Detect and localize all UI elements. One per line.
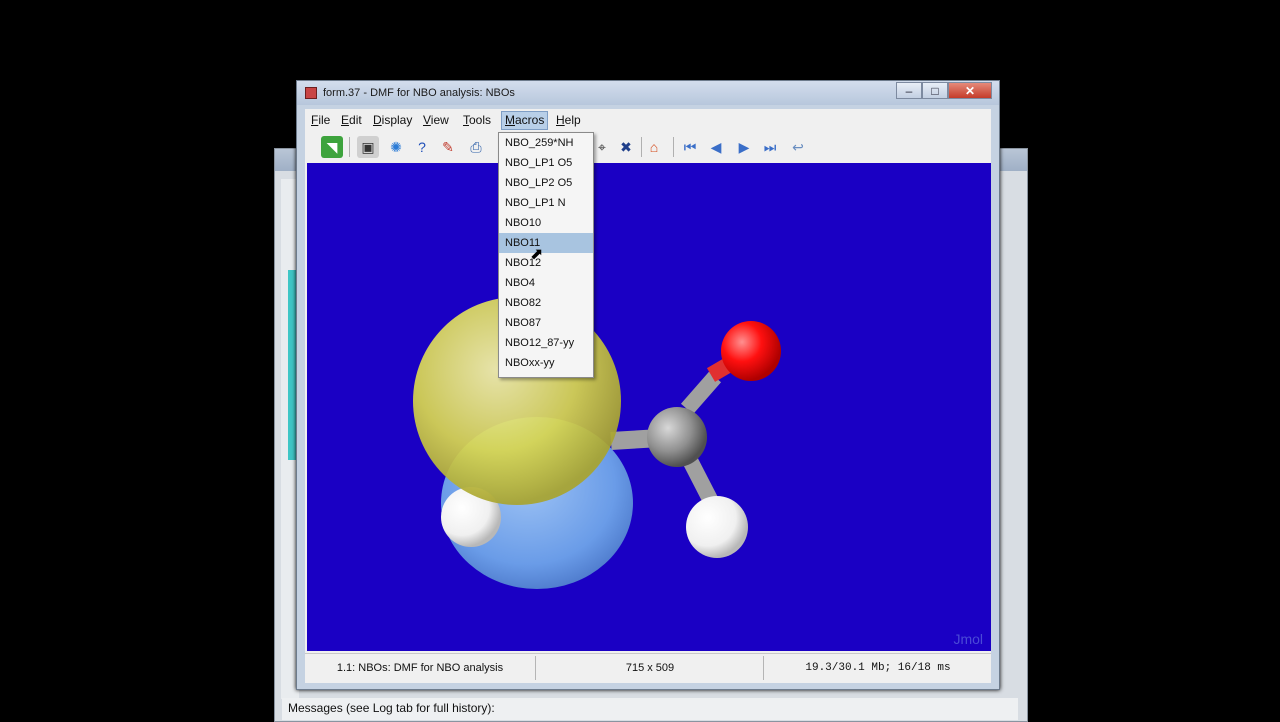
title-bar[interactable]: form.37 - DMF for NBO analysis: NBOs – □… [297, 81, 999, 105]
jmol-watermark: Jmol [953, 631, 983, 647]
prev-frame-icon[interactable]: ◀ [705, 136, 727, 158]
status-divider [763, 656, 764, 680]
menu-help[interactable]: Help [556, 113, 581, 127]
script-editor-icon[interactable]: ✎ [437, 136, 459, 158]
window-client: File Edit Display View Tools Macros Help… [305, 109, 991, 683]
status-model: 1.1: NBOs: DMF for NBO analysis [336, 662, 504, 674]
rewind-icon[interactable]: ↩ [787, 136, 809, 158]
home-icon[interactable]: ⌂ [643, 136, 665, 158]
first-frame-icon[interactable]: ⏮ [679, 136, 701, 158]
toolbar-separator [349, 137, 350, 157]
macro-item-nbo82[interactable]: NBO82 [499, 293, 593, 313]
toolbar: ◥ ▣ ✺ ? ✎ ⎙ ⌖ ✖ ⌂ ⏮ ◀ ▶ ⏭ ↩ [305, 133, 991, 161]
jmol-window: form.37 - DMF for NBO analysis: NBOs – □… [296, 80, 1000, 690]
menu-display[interactable]: Display [373, 113, 412, 127]
macro-item-nbo4[interactable]: NBO4 [499, 273, 593, 293]
messages-label: Messages (see Log tab for full history): [282, 698, 1018, 720]
open-icon[interactable]: ◥ [321, 136, 343, 158]
maximize-button[interactable]: □ [922, 82, 948, 99]
menu-edit[interactable]: Edit [341, 113, 362, 127]
molecule-render [413, 297, 781, 589]
macro-item-nbo12-87-yy[interactable]: NBO12_87-yy [499, 333, 593, 353]
molecule-viewer[interactable]: Jmol [307, 163, 991, 651]
screenshot-icon[interactable]: ▣ [357, 136, 379, 158]
bond-c-o [680, 371, 722, 415]
help-icon[interactable]: ? [411, 136, 433, 158]
menu-macros[interactable]: Macros [501, 111, 549, 130]
hydrogen-atom-2 [686, 496, 748, 558]
status-memory: 19.3/30.1 Mb; 16/18 ms [805, 662, 951, 674]
mouse-cursor-icon: ⬈ [530, 246, 544, 263]
app-icon [305, 87, 317, 99]
measure-icon[interactable]: ⌖ [591, 136, 613, 158]
status-bar: 1.1: NBOs: DMF for NBO analysis 715 x 50… [305, 653, 991, 682]
toolbar-separator [641, 137, 642, 157]
status-divider [535, 656, 536, 680]
macro-item-nbo-lp2-o5[interactable]: NBO_LP2 O5 [499, 173, 593, 193]
macro-item-nbo-259-nh[interactable]: NBO_259*NH [499, 133, 593, 153]
menu-tools[interactable]: Tools [463, 113, 491, 127]
minimize-button[interactable]: – [896, 82, 922, 99]
background-side-strip [288, 270, 296, 460]
macro-item-nbo11[interactable]: NBO11 [499, 233, 593, 253]
next-frame-icon[interactable]: ▶ [733, 136, 755, 158]
last-frame-icon[interactable]: ⏭ [759, 136, 781, 158]
status-size: 715 x 509 [625, 662, 675, 674]
macro-item-nbo10[interactable]: NBO10 [499, 213, 593, 233]
print-icon[interactable]: ⎙ [465, 136, 487, 158]
macro-item-nbo-lp1-n[interactable]: NBO_LP1 N [499, 193, 593, 213]
tools-icon[interactable]: ✖ [615, 136, 637, 158]
carbon-atom [647, 407, 707, 467]
macro-item-nboxx-yy[interactable]: NBOxx-yy [499, 353, 593, 373]
window-title: form.37 - DMF for NBO analysis: NBOs [323, 87, 515, 99]
spin-icon[interactable]: ✺ [385, 136, 407, 158]
close-button[interactable]: ✕ [948, 82, 992, 99]
macro-item-nbo87[interactable]: NBO87 [499, 313, 593, 333]
macro-item-nbo12[interactable]: NBO12 [499, 253, 593, 273]
menu-view[interactable]: View [423, 113, 449, 127]
macro-item-nbo-lp1-o5[interactable]: NBO_LP1 O5 [499, 153, 593, 173]
macros-dropdown: NBO_259*NH NBO_LP1 O5 NBO_LP2 O5 NBO_LP1… [498, 132, 594, 378]
menu-file[interactable]: File [311, 113, 330, 127]
menu-bar: File Edit Display View Tools Macros Help [305, 109, 991, 131]
oxygen-atom [721, 321, 781, 381]
toolbar-separator [673, 137, 674, 157]
